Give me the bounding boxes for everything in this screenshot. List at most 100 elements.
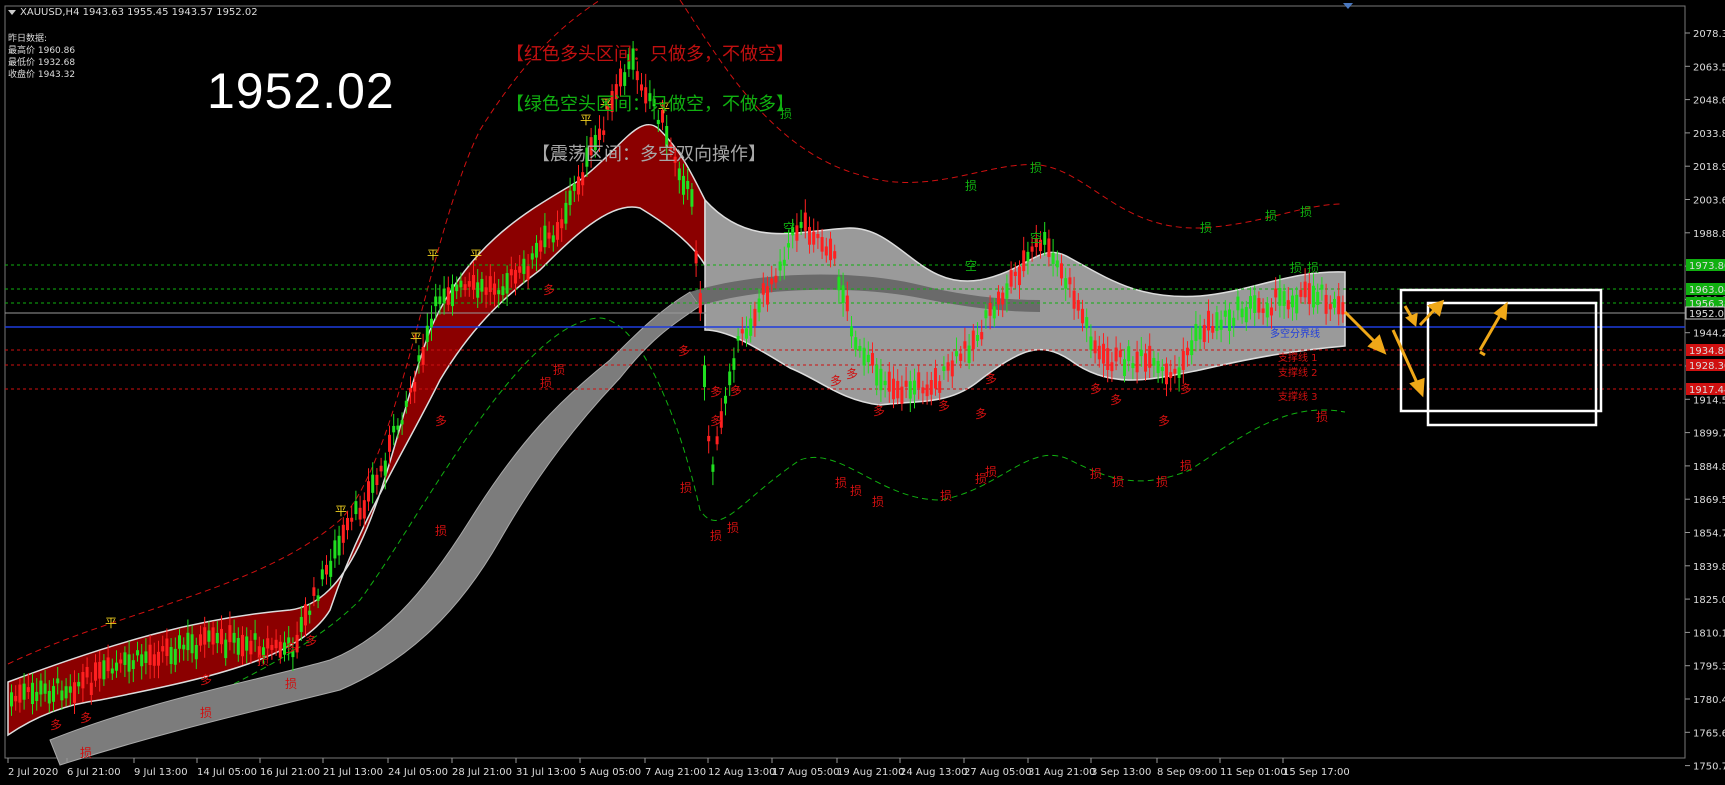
symbol-header: XAUUSD,H4 1943.63 1955.45 1943.57 1952.0…: [20, 7, 258, 18]
candle-body: [446, 287, 450, 305]
support-2-label: 支撑线 2: [1278, 366, 1318, 379]
time-tick-label: 9 Jul 13:00: [134, 767, 188, 778]
candle-body: [820, 237, 824, 252]
candle-body: [908, 381, 912, 399]
price-tick-label: 2003.65: [1693, 196, 1725, 207]
candle-body: [270, 644, 274, 650]
signal-long: 多: [846, 367, 858, 381]
candle-body: [1282, 291, 1286, 306]
candle-body: [1228, 309, 1231, 331]
forecast-box-2[interactable]: [1426, 301, 1598, 427]
signal-stop: 损: [553, 363, 565, 377]
candle-body: [812, 231, 816, 245]
candle-body: [577, 176, 580, 195]
candle-body: [232, 632, 236, 643]
candle-body: [1316, 291, 1320, 305]
signal-stop: 损: [850, 484, 862, 498]
candle-body: [434, 296, 438, 307]
candle-body: [388, 434, 391, 452]
candle-body: [921, 387, 925, 394]
signal-long: 多: [435, 414, 447, 428]
candle-body: [1295, 294, 1299, 314]
candle-body: [241, 634, 244, 657]
candle-body: [892, 378, 895, 400]
candle-body: [119, 659, 123, 664]
candle-body: [850, 326, 853, 337]
candle-body: [1328, 303, 1332, 310]
candle-body: [358, 507, 362, 520]
candle-body: [1249, 296, 1252, 309]
price-tick-label: 1944.25: [1693, 329, 1725, 340]
candle-body: [698, 293, 702, 314]
candle-body: [1169, 372, 1173, 378]
signal-stop: 损: [727, 521, 739, 535]
yesterday-panel: 昨日数据: 最高价 1960.86 最低价 1932.68 收盘价 1943.3…: [8, 33, 75, 81]
support-1-label: 支撑线 1: [1278, 351, 1318, 364]
candle-body: [1051, 252, 1055, 265]
price-tick-label: 1810.15: [1693, 628, 1725, 639]
candle-body: [199, 634, 202, 646]
chart-shift-icon[interactable]: [1343, 3, 1353, 9]
candle-body: [1160, 366, 1164, 372]
candle-body: [955, 351, 958, 357]
signal-long: 多: [730, 384, 742, 398]
candle-body: [362, 500, 366, 519]
arrow-head-down-2: [1409, 377, 1425, 398]
bull-band: [7, 123, 706, 737]
signal-short: 空: [1030, 231, 1042, 245]
candle-body: [1265, 303, 1269, 318]
candle-body: [43, 683, 47, 694]
candle-body: [35, 691, 39, 701]
candle-body: [451, 284, 454, 307]
candle-body: [761, 283, 765, 295]
signal-long: 多: [678, 344, 690, 358]
candle-body: [1274, 288, 1278, 298]
candle-body: [136, 650, 139, 656]
candle-body: [1223, 310, 1227, 317]
candle-body: [896, 380, 900, 399]
candle-body: [442, 288, 446, 303]
candle-body: [467, 281, 471, 287]
candle-body: [799, 221, 803, 228]
price-tick-label: 1750.75: [1693, 762, 1725, 773]
candle-body: [278, 641, 282, 658]
price-tags: 1973.801963.041956.381952.021934.861928.…: [1685, 259, 1725, 396]
candle-body: [1114, 347, 1118, 362]
candle-body: [161, 646, 165, 652]
candle-body: [115, 662, 118, 671]
arrow-head-down-3: [1405, 312, 1418, 327]
price-tag-label: 1934.86: [1689, 346, 1725, 357]
candle-body: [308, 610, 312, 615]
signal-stop: 损: [540, 376, 552, 390]
collapse-icon[interactable]: [8, 10, 16, 15]
time-tick-label: 24 Jul 05:00: [388, 767, 448, 778]
candle-body: [1156, 360, 1160, 374]
candle-body: [1278, 287, 1282, 306]
candle-body: [539, 240, 543, 252]
candle-body: [1013, 271, 1017, 277]
candle-body: [619, 68, 622, 87]
candle-body: [106, 657, 110, 672]
candle-body: [333, 540, 337, 559]
candle-body: [875, 364, 879, 386]
candle-body: [148, 644, 152, 666]
signal-stop: 损: [835, 476, 847, 490]
candle-body: [1173, 368, 1177, 374]
chart-window[interactable]: 多空分界线 支撑线 1 支撑线 2 支撑线 3 多多损多损损多多损平平平平平多损…: [0, 0, 1725, 785]
candle-body: [1333, 298, 1336, 308]
candle-body: [94, 662, 97, 681]
price-tag-label: 1973.80: [1689, 261, 1725, 272]
candle-body: [707, 435, 711, 442]
candle-body: [782, 259, 786, 266]
time-tick-label: 19 Aug 21:00: [837, 767, 904, 778]
arrow-down-1: [1343, 310, 1380, 347]
signal-long: 多: [200, 673, 212, 687]
signal-stop: 损: [1265, 209, 1277, 223]
candle-body: [1118, 350, 1122, 358]
candle-body: [228, 625, 232, 643]
candle-body: [425, 325, 429, 342]
candle-body: [1181, 351, 1185, 370]
yesterday-title: 昨日数据:: [8, 34, 48, 44]
candle-body: [493, 283, 496, 295]
candle-body: [526, 266, 530, 281]
